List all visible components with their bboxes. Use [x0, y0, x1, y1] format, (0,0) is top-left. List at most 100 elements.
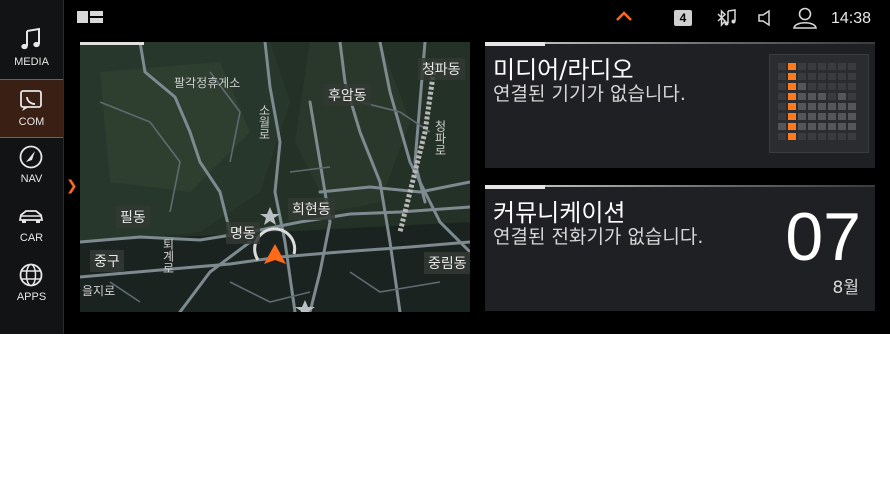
date-month: 8월	[832, 278, 859, 298]
media-radio-panel[interactable]: 미디어/라디오 연결된 기기가 없습니다.	[485, 42, 875, 168]
sidebar-item-car[interactable]: CAR	[0, 196, 63, 253]
equalizer-cell	[798, 133, 806, 140]
sidebar-item-label: APPS	[16, 291, 47, 303]
equalizer-box	[769, 54, 869, 153]
equalizer-cell	[798, 73, 806, 80]
sidebar: MEDIA COM NAV CAR APPS	[0, 0, 64, 334]
equalizer-cell	[818, 73, 826, 80]
equalizer-cell	[798, 83, 806, 90]
sidebar-item-media[interactable]: MEDIA	[0, 20, 63, 77]
equalizer-cell	[818, 93, 826, 100]
globe-icon	[19, 263, 43, 287]
equalizer-cell	[808, 123, 816, 130]
equalizer-cell	[818, 133, 826, 140]
map-label: 소월로	[257, 104, 271, 140]
equalizer-cell	[798, 123, 806, 130]
volume-icon[interactable]	[757, 9, 773, 27]
equalizer-cell	[778, 123, 786, 130]
communication-panel[interactable]: 커뮤니케이션 연결된 전화기가 없습니다. 07 8월	[485, 185, 875, 311]
panel-header-notch	[485, 185, 545, 189]
com-panel-status: 연결된 전화기가 없습니다.	[493, 226, 704, 248]
map-label: 퇴계로	[161, 238, 175, 274]
equalizer-cell	[848, 113, 856, 120]
equalizer-cell	[808, 133, 816, 140]
sidebar-item-com[interactable]: COM	[0, 79, 63, 138]
equalizer-cell	[798, 63, 806, 70]
equalizer-cell	[838, 113, 846, 120]
navigation-icon	[19, 145, 43, 169]
equalizer-cell	[788, 133, 796, 140]
equalizer-cell	[818, 83, 826, 90]
equalizer-cell	[838, 103, 846, 110]
equalizer-cell	[788, 63, 796, 70]
equalizer-cell	[848, 123, 856, 130]
sim-indicator-badge: 4	[674, 10, 692, 26]
map-label: 후암동	[324, 84, 371, 106]
map-label: 중림동	[424, 252, 470, 274]
equalizer-cell	[818, 123, 826, 130]
equalizer-cell	[848, 103, 856, 110]
equalizer-cell	[828, 123, 836, 130]
equalizer-cell	[818, 103, 826, 110]
date-day: 07	[785, 199, 861, 275]
sidebar-item-label: NAV	[20, 173, 43, 185]
sidebar-item-apps[interactable]: APPS	[0, 255, 63, 312]
equalizer-cell	[808, 93, 816, 100]
equalizer-cell	[788, 123, 796, 130]
user-profile-icon[interactable]	[793, 7, 817, 29]
equalizer-cell	[808, 83, 816, 90]
equalizer-cell	[778, 93, 786, 100]
infotainment-screen: MEDIA COM NAV CAR APPS ❯ 4 14:38 팔각정휴게소 …	[0, 0, 890, 334]
equalizer-cell	[838, 73, 846, 80]
equalizer-cell	[788, 93, 796, 100]
equalizer-cell	[838, 63, 846, 70]
status-bar: 4 14:38	[63, 0, 890, 38]
equalizer-cell	[848, 73, 856, 80]
equalizer-cell	[848, 93, 856, 100]
equalizer-cell	[828, 113, 836, 120]
equalizer-cell	[818, 113, 826, 120]
map-label: 청파동	[418, 58, 465, 80]
map-view[interactable]: 팔각정휴게소 청파동 후암동 회현동 필동 명동 중구 중림동 을지로 퇴계로 …	[80, 42, 470, 312]
equalizer-cell	[808, 63, 816, 70]
map-label: 필동	[116, 206, 150, 228]
equalizer-cell	[848, 63, 856, 70]
map-roads	[80, 42, 470, 312]
map-label: 을지로	[82, 284, 116, 298]
equalizer-cell	[778, 103, 786, 110]
equalizer-cell	[838, 83, 846, 90]
sidebar-item-nav[interactable]: NAV	[0, 137, 63, 194]
equalizer-cell	[788, 83, 796, 90]
equalizer-cell	[798, 103, 806, 110]
equalizer-cell	[838, 93, 846, 100]
chevron-up-icon[interactable]	[615, 10, 633, 22]
equalizer-cell	[808, 103, 816, 110]
equalizer-cell	[778, 63, 786, 70]
equalizer-cell	[828, 133, 836, 140]
media-panel-status: 연결된 기기가 없습니다.	[493, 83, 686, 105]
equalizer-icon	[778, 63, 856, 140]
sidebar-item-label: CAR	[19, 232, 44, 244]
equalizer-cell	[828, 73, 836, 80]
equalizer-cell	[838, 133, 846, 140]
equalizer-cell	[818, 63, 826, 70]
equalizer-cell	[828, 93, 836, 100]
map-label: 명동	[226, 222, 260, 244]
map-header-bar	[80, 42, 144, 45]
map-label: 팔각정휴게소	[174, 76, 241, 90]
map-label: 회현동	[288, 198, 335, 220]
equalizer-cell	[828, 103, 836, 110]
equalizer-cell	[778, 113, 786, 120]
equalizer-cell	[808, 113, 816, 120]
equalizer-cell	[788, 103, 796, 110]
chevron-right-icon[interactable]: ❯	[66, 178, 78, 194]
map-label: 청파로	[433, 120, 447, 156]
split-layout-icon[interactable]	[77, 11, 103, 23]
bluetooth-audio-icon	[717, 9, 736, 27]
equalizer-cell	[828, 83, 836, 90]
equalizer-cell	[778, 133, 786, 140]
equalizer-cell	[798, 113, 806, 120]
sidebar-item-label: MEDIA	[14, 56, 49, 68]
equalizer-cell	[808, 73, 816, 80]
phone-icon	[20, 90, 42, 111]
